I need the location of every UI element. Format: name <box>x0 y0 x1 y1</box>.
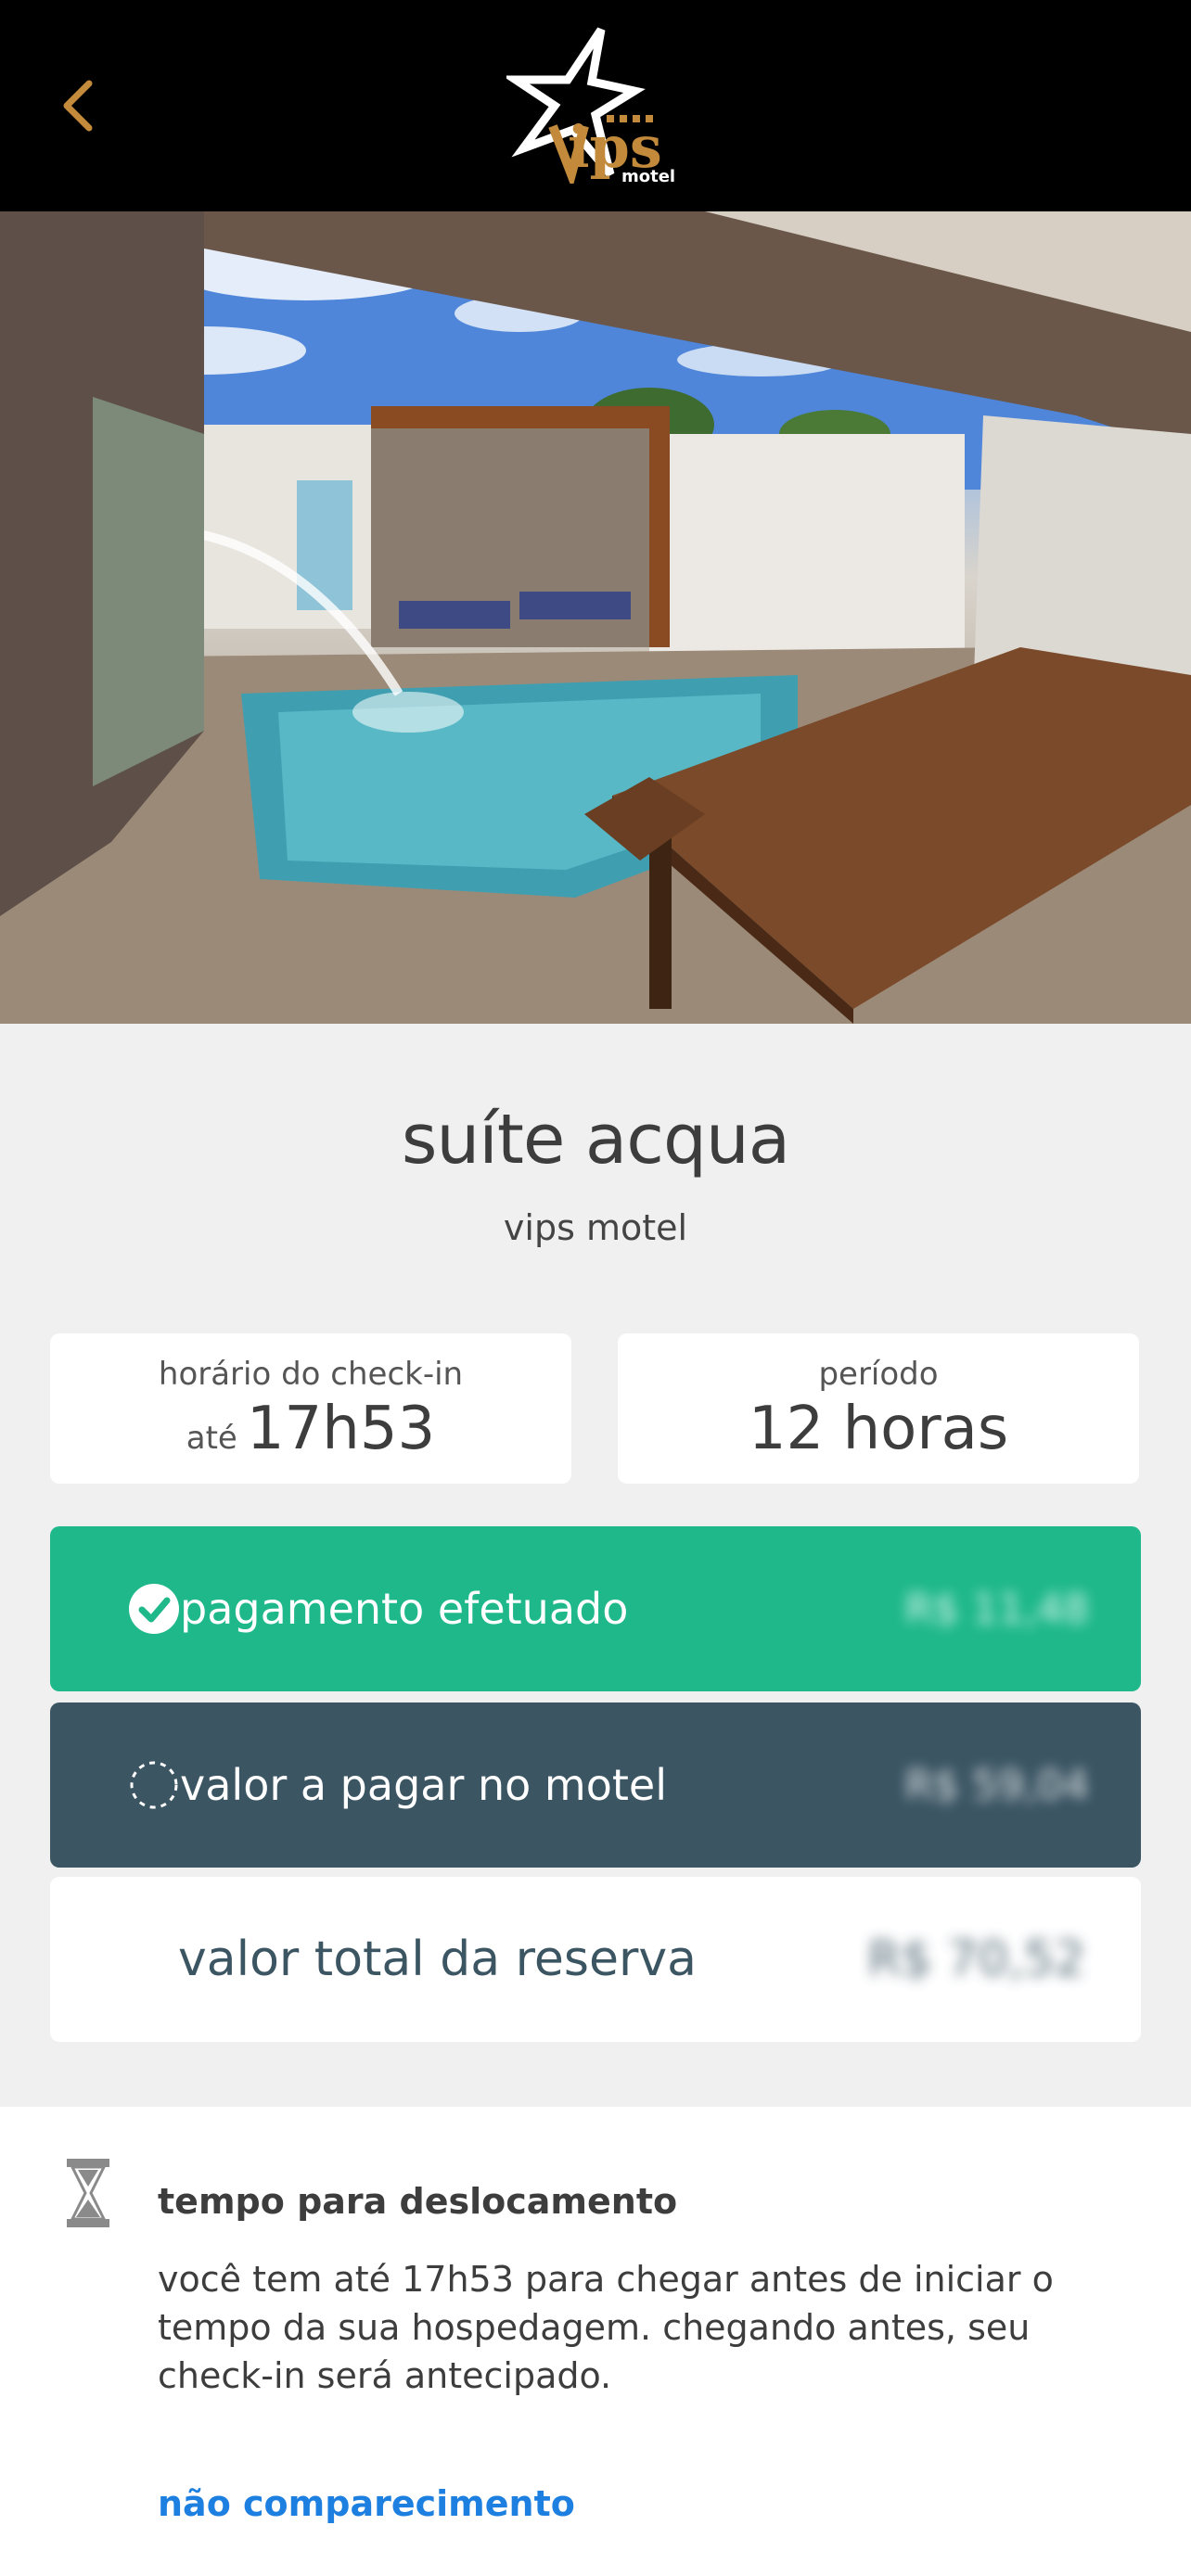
total-row: valor total da reserva R$ 70,52 <box>50 1877 1141 2042</box>
travel-time-section: tempo para deslocamento você tem até 17h… <box>0 2107 1191 2576</box>
check-circle-icon <box>129 1584 179 1634</box>
payment-done-amount: R$ 11,48 <box>904 1585 1089 1633</box>
chevron-left-icon <box>63 80 93 132</box>
period-label: período <box>818 1356 939 1393</box>
payment-due-row: valor a pagar no motel R$ 59,04 <box>50 1702 1141 1868</box>
vips-motel-logo: ips motel <box>502 26 681 190</box>
back-button[interactable] <box>48 69 108 143</box>
suite-photo <box>0 211 1191 1024</box>
travel-time-text: você tem até 17h53 para chegar antes de … <box>158 2259 1054 2396</box>
payment-due-amount: R$ 59,04 <box>904 1761 1089 1809</box>
total-label: valor total da reserva <box>178 1932 697 1987</box>
motel-name: vips motel <box>503 1207 688 1248</box>
checkin-value: até 17h53 <box>50 1395 571 1463</box>
payment-done-label: pagamento efetuado <box>180 1584 629 1634</box>
hourglass-icon <box>67 2159 109 2227</box>
travel-time-title: tempo para deslocamento <box>158 2181 678 2222</box>
checkin-label: horário do check-in <box>158 1356 464 1393</box>
checkin-time: 17h53 <box>246 1395 436 1463</box>
period-value: 12 horas <box>748 1395 1009 1463</box>
period-card: período 12 horas <box>618 1333 1139 1484</box>
total-amount: R$ 70,52 <box>867 1932 1085 1987</box>
checkin-prefix: até <box>186 1420 237 1457</box>
suite-title: suíte acqua <box>401 1100 790 1180</box>
dashed-circle-icon <box>130 1761 178 1809</box>
no-show-link[interactable]: não comparecimento <box>158 2483 575 2524</box>
payment-done-row: pagamento efetuado R$ 11,48 <box>50 1526 1141 1691</box>
svg-text:motel: motel <box>621 167 675 184</box>
payment-due-label: valor a pagar no motel <box>180 1760 667 1810</box>
app-header: ips motel <box>0 0 1191 211</box>
checkin-card: horário do check-in até 17h53 <box>50 1333 571 1484</box>
